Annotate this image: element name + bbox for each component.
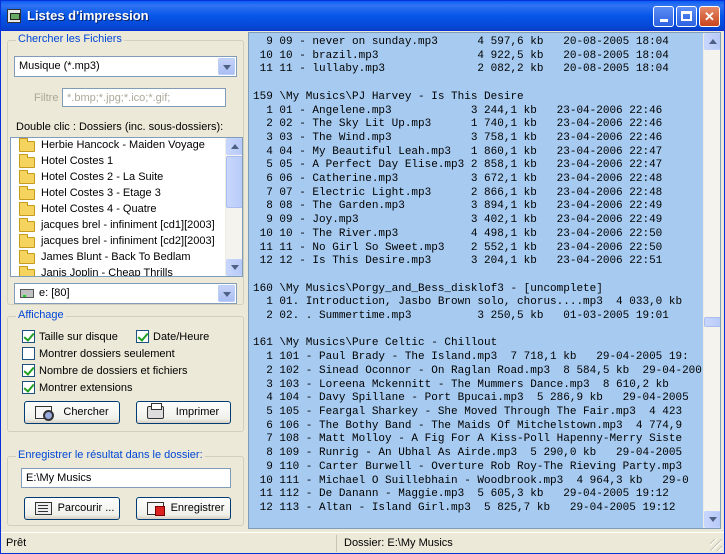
status-panel-folder: Dossier: E:\My Musics: [339, 535, 709, 552]
folder-name: Hotel Costes 2 - La Suite: [41, 171, 164, 183]
folder-name: Hotel Costes 4 - Quatre: [41, 203, 157, 215]
counts-checkbox-label[interactable]: Nombre de dossiers et fichiers: [39, 365, 188, 377]
folder-icon: [19, 202, 35, 216]
folder-list-scrollbar[interactable]: [225, 138, 242, 276]
status-folder: Dossier: E:\My Musics: [344, 537, 453, 549]
results-text[interactable]: 9 09 - never on sunday.mp3 4 597,6 kb 20…: [249, 33, 703, 528]
folder-icon: [19, 218, 35, 232]
folder-icon: [19, 138, 35, 152]
save-group-label: Enregistrer le résultat dans le dossier:: [16, 449, 205, 461]
scroll-thumb[interactable]: [226, 156, 242, 208]
search-icon: [35, 406, 54, 421]
browse-button-label: Parcourir ...: [57, 502, 115, 514]
close-button[interactable]: ✕: [699, 6, 720, 27]
display-group-label: Affichage: [16, 309, 66, 321]
print-button[interactable]: Imprimer: [136, 401, 231, 424]
status-panel-state: Prêt: [1, 535, 337, 552]
drive-value: e: [80]: [39, 287, 70, 299]
title-bar[interactable]: Listes d'impression ✕: [1, 1, 724, 31]
filter-label: Filtre :: [34, 92, 65, 104]
folder-name: Hotel Costes 3 - Etage 3: [41, 187, 161, 199]
folder-name: Janis Joplin - Cheap Thrills: [41, 267, 173, 277]
folder-name: jacques brel - infiniment [cd1][2003]: [41, 219, 215, 231]
folders-only-checkbox[interactable]: [22, 347, 35, 360]
folder-icon: [19, 250, 35, 264]
maximize-icon: [681, 11, 692, 21]
datetime-checkbox[interactable]: [136, 330, 149, 343]
folder-list-item[interactable]: Janis Joplin - Cheap Thrills: [11, 266, 225, 277]
folder-list-item[interactable]: Herbie Hancock - Maiden Voyage: [11, 138, 225, 154]
folder-list[interactable]: Herbie Hancock - Maiden Voyage Hotel Cost…: [10, 137, 243, 277]
file-type-select[interactable]: Musique (*.mp3): [14, 56, 237, 77]
folder-list-item[interactable]: James Blunt - Back To Bedlam: [11, 250, 225, 266]
folder-icon: [19, 186, 35, 200]
chevron-down-icon[interactable]: [218, 285, 235, 302]
folder-name: James Blunt - Back To Bedlam: [41, 251, 191, 263]
counts-checkbox[interactable]: [22, 364, 35, 377]
folders-only-checkbox-label[interactable]: Montrer dossiers seulement: [39, 348, 175, 360]
drive-icon: [20, 289, 34, 298]
extensions-checkbox-label[interactable]: Montrer extensions: [39, 382, 133, 394]
chevron-down-icon[interactable]: [218, 58, 235, 75]
filter-value: *.bmp;*.jpg;*.ico;*.gif;: [67, 92, 171, 104]
save-button[interactable]: Enregistrer: [136, 497, 231, 520]
folder-name: Herbie Hancock - Maiden Voyage: [41, 139, 205, 151]
datetime-checkbox-label[interactable]: Date/Heure: [153, 331, 209, 343]
folder-list-item[interactable]: jacques brel - infiniment [cd1][2003]: [11, 218, 225, 234]
minimize-icon: [659, 19, 668, 22]
save-icon: [147, 502, 165, 516]
scroll-down-button[interactable]: [704, 511, 720, 528]
results-text-area[interactable]: 9 09 - never on sunday.mp3 4 597,6 kb 20…: [248, 32, 721, 529]
scroll-down-button[interactable]: [226, 259, 242, 276]
window-title: Listes d'impression: [27, 8, 149, 23]
folder-icon: [19, 266, 35, 276]
close-icon: ✕: [704, 9, 715, 24]
save-button-label: Enregistrer: [170, 502, 225, 514]
size-checkbox-label[interactable]: Taille sur disque: [39, 331, 118, 343]
browse-button[interactable]: Parcourir ...: [24, 497, 120, 520]
main-window: Listes d'impression ✕ Chercher les Fichi…: [0, 0, 725, 554]
minimize-button[interactable]: [653, 6, 674, 27]
folders-label: Double clic : Dossiers (inc. sous-dossie…: [16, 121, 224, 133]
resize-grip[interactable]: [710, 539, 722, 551]
search-button[interactable]: Chercher: [24, 401, 120, 424]
scroll-up-button[interactable]: [226, 138, 242, 155]
folder-list-item[interactable]: Hotel Costes 1: [11, 154, 225, 170]
results-scrollbar[interactable]: [703, 33, 720, 528]
folder-list-rows: Herbie Hancock - Maiden Voyage Hotel Cost…: [11, 138, 225, 277]
search-button-label: Chercher: [63, 406, 109, 418]
folder-icon: [19, 234, 35, 248]
app-icon[interactable]: [7, 9, 21, 23]
file-type-value: Musique (*.mp3): [19, 60, 100, 72]
folder-name: Hotel Costes 1: [41, 155, 114, 167]
print-button-label: Imprimer: [175, 406, 220, 418]
folder-icon: [19, 170, 35, 184]
extensions-checkbox[interactable]: [22, 381, 35, 394]
save-path-value: E:\My Musics: [26, 472, 92, 484]
filter-input[interactable]: *.bmp;*.jpg;*.ico;*.gif;: [62, 88, 226, 107]
printer-icon: [147, 403, 164, 419]
folder-list-item[interactable]: Hotel Costes 2 - La Suite: [11, 170, 225, 186]
save-path-input[interactable]: E:\My Musics: [21, 468, 231, 488]
scroll-up-button[interactable]: [704, 33, 720, 50]
size-checkbox[interactable]: [22, 330, 35, 343]
drive-select[interactable]: e: [80]: [14, 283, 237, 304]
folder-list-item[interactable]: Hotel Costes 4 - Quatre: [11, 202, 225, 218]
folder-name: jacques brel - infiniment [cd2][2003]: [41, 235, 215, 247]
status-bar: Prêt Dossier: E:\My Musics: [1, 532, 724, 553]
scroll-thumb[interactable]: [704, 317, 720, 327]
folder-list-item[interactable]: Hotel Costes 3 - Etage 3: [11, 186, 225, 202]
results-content: 9 09 - never on sunday.mp3 4 597,6 kb 20…: [253, 36, 702, 514]
maximize-button[interactable]: [676, 6, 697, 27]
status-text: Prêt: [6, 537, 27, 549]
folder-icon: [19, 154, 35, 168]
search-files-group-label: Chercher les Fichiers: [16, 33, 124, 45]
browse-icon: [35, 502, 52, 515]
folder-list-item[interactable]: jacques brel - infiniment [cd2][2003]: [11, 234, 225, 250]
